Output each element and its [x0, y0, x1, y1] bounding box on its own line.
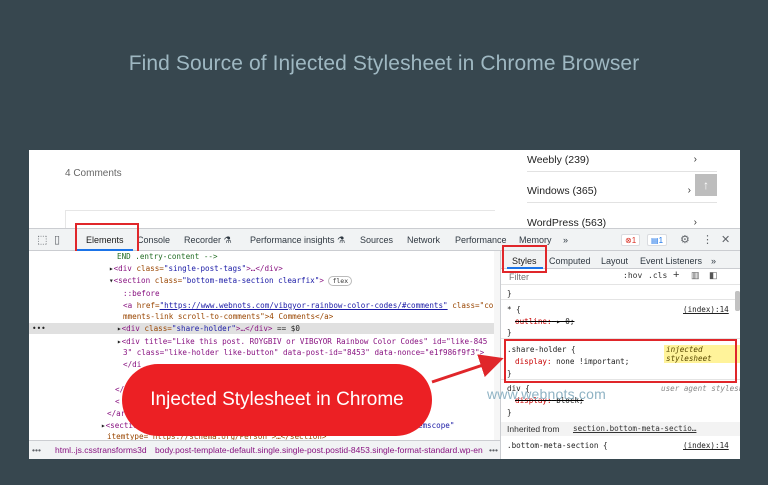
- breadcrumb-more-icon[interactable]: •••: [489, 445, 498, 455]
- inherited-from-row: Inherited from section.bottom-meta-secti…: [501, 422, 740, 436]
- dom-line[interactable]: ▸<div class="single-post-tags">…</div>: [109, 264, 283, 273]
- tab-network[interactable]: Network: [407, 235, 440, 245]
- device-toolbar-icon[interactable]: ▯: [54, 233, 60, 246]
- dom-line[interactable]: 3" class="like-holder like-button" data-…: [123, 348, 484, 357]
- toggle-sidebar-icon[interactable]: ◧: [709, 270, 718, 281]
- injected-rule-highlight: [504, 339, 737, 383]
- add-rule-button[interactable]: +: [673, 269, 679, 281]
- dom-line-ellipsis[interactable]: •••: [32, 324, 46, 333]
- inherited-element-link[interactable]: section.bottom-meta-sectio…: [573, 424, 696, 433]
- error-icon: ⊗: [625, 236, 632, 245]
- divider: [527, 202, 717, 203]
- dom-line[interactable]: ▸<div title="Like this post. ROYGBIV or …: [117, 337, 487, 346]
- dom-line[interactable]: <: [115, 397, 120, 406]
- close-icon[interactable]: ✕: [721, 233, 730, 246]
- tab-console[interactable]: Console: [137, 235, 170, 245]
- chevron-right-icon: ›: [693, 217, 697, 228]
- color-palette-icon[interactable]: ▥: [691, 270, 700, 281]
- breadcrumb-body[interactable]: body.post-template-default.single.single…: [155, 445, 483, 455]
- page-title: Find Source of Injected Stylesheet in Ch…: [128, 52, 640, 75]
- styles-scrollbar[interactable]: [735, 291, 740, 311]
- rule-source-link[interactable]: (index):14: [683, 305, 729, 314]
- inherited-label: Inherited from: [507, 424, 560, 434]
- breadcrumb-html[interactable]: html..js.csstransforms3d: [55, 445, 147, 455]
- breadcrumb-ellipsis[interactable]: •••: [32, 445, 41, 455]
- more-options-icon[interactable]: ⋮: [702, 233, 713, 246]
- elements-tab-highlight: [75, 223, 139, 254]
- back-to-top-button[interactable]: ↑: [695, 174, 717, 196]
- tab-sources[interactable]: Sources: [360, 235, 393, 245]
- dom-line[interactable]: <a href="https://www.webnots.com/vibgyor…: [123, 301, 493, 310]
- message-count-badge[interactable]: ▤1: [647, 234, 668, 246]
- watermark: www.webnots.com: [487, 386, 606, 402]
- divider: [527, 171, 717, 172]
- rule-close: }: [507, 408, 512, 417]
- user-agent-stylesheet-label: user agent stylesheet: [661, 384, 740, 393]
- rule-close: }: [507, 289, 512, 298]
- styles-tab-highlight: [502, 245, 547, 273]
- hover-state-toggle[interactable]: :hov: [623, 271, 642, 280]
- rule-declaration-outline[interactable]: outline: ▸ 0;: [515, 317, 574, 326]
- gear-icon[interactable]: ⚙: [680, 233, 690, 246]
- web-page-area: 4 Comments Weebly (239) › Windows (365) …: [29, 150, 740, 230]
- breadcrumb: ••• html..js.csstransforms3d body.post-t…: [29, 440, 500, 459]
- error-count: 1: [631, 236, 637, 245]
- more-subtabs-icon[interactable]: »: [711, 256, 716, 266]
- inspect-element-icon[interactable]: ⬚: [37, 233, 47, 246]
- rule-selector-universal[interactable]: * {: [507, 305, 521, 314]
- tab-recorder[interactable]: Recorder ⚗: [184, 235, 232, 246]
- category-label: Windows (365): [527, 185, 598, 197]
- dom-line[interactable]: ▾<section class="bottom-meta-section cle…: [109, 276, 353, 286]
- flex-badge: flex: [328, 276, 353, 286]
- chevron-right-icon: ›: [693, 154, 697, 165]
- dom-line[interactable]: ::before: [123, 289, 160, 298]
- category-link-windows[interactable]: Windows (365) ›: [527, 185, 697, 197]
- rule-close: }: [507, 328, 512, 337]
- tab-memory[interactable]: Memory: [519, 235, 552, 245]
- more-tabs-icon[interactable]: »: [563, 235, 568, 245]
- error-count-badge[interactable]: ⊗1: [621, 234, 641, 246]
- message-icon: ▤: [651, 236, 659, 245]
- class-toggle[interactable]: .cls: [648, 271, 667, 280]
- rule-source-link[interactable]: (index):14: [683, 441, 729, 450]
- tab-event-listeners[interactable]: Event Listeners: [640, 256, 702, 266]
- category-link-weebly[interactable]: Weebly (239) ›: [527, 154, 697, 166]
- dom-line[interactable]: END .entry-content -->: [117, 252, 218, 261]
- chevron-right-icon: ›: [687, 185, 691, 196]
- comments-count: 4 Comments: [65, 168, 122, 179]
- annotation-callout: Injected Stylesheet in Chrome: [122, 364, 432, 436]
- divider: [501, 299, 740, 300]
- rule-selector-bottom-meta-section[interactable]: .bottom-meta-section {: [507, 441, 608, 450]
- category-label: Weebly (239): [527, 154, 590, 166]
- dom-line[interactable]: </di: [123, 360, 141, 369]
- tab-computed[interactable]: Computed: [549, 256, 591, 266]
- tab-layout[interactable]: Layout: [601, 256, 628, 266]
- dom-line-selected[interactable]: ▸<div class="share-holder">…</div> == $0: [117, 324, 300, 333]
- message-count: 1: [658, 236, 664, 245]
- dom-line[interactable]: mments-link scroll-to-comments">4 Commen…: [123, 312, 333, 321]
- tab-performance[interactable]: Performance: [455, 235, 507, 245]
- tab-performance-insights[interactable]: Performance insights ⚗: [250, 235, 345, 246]
